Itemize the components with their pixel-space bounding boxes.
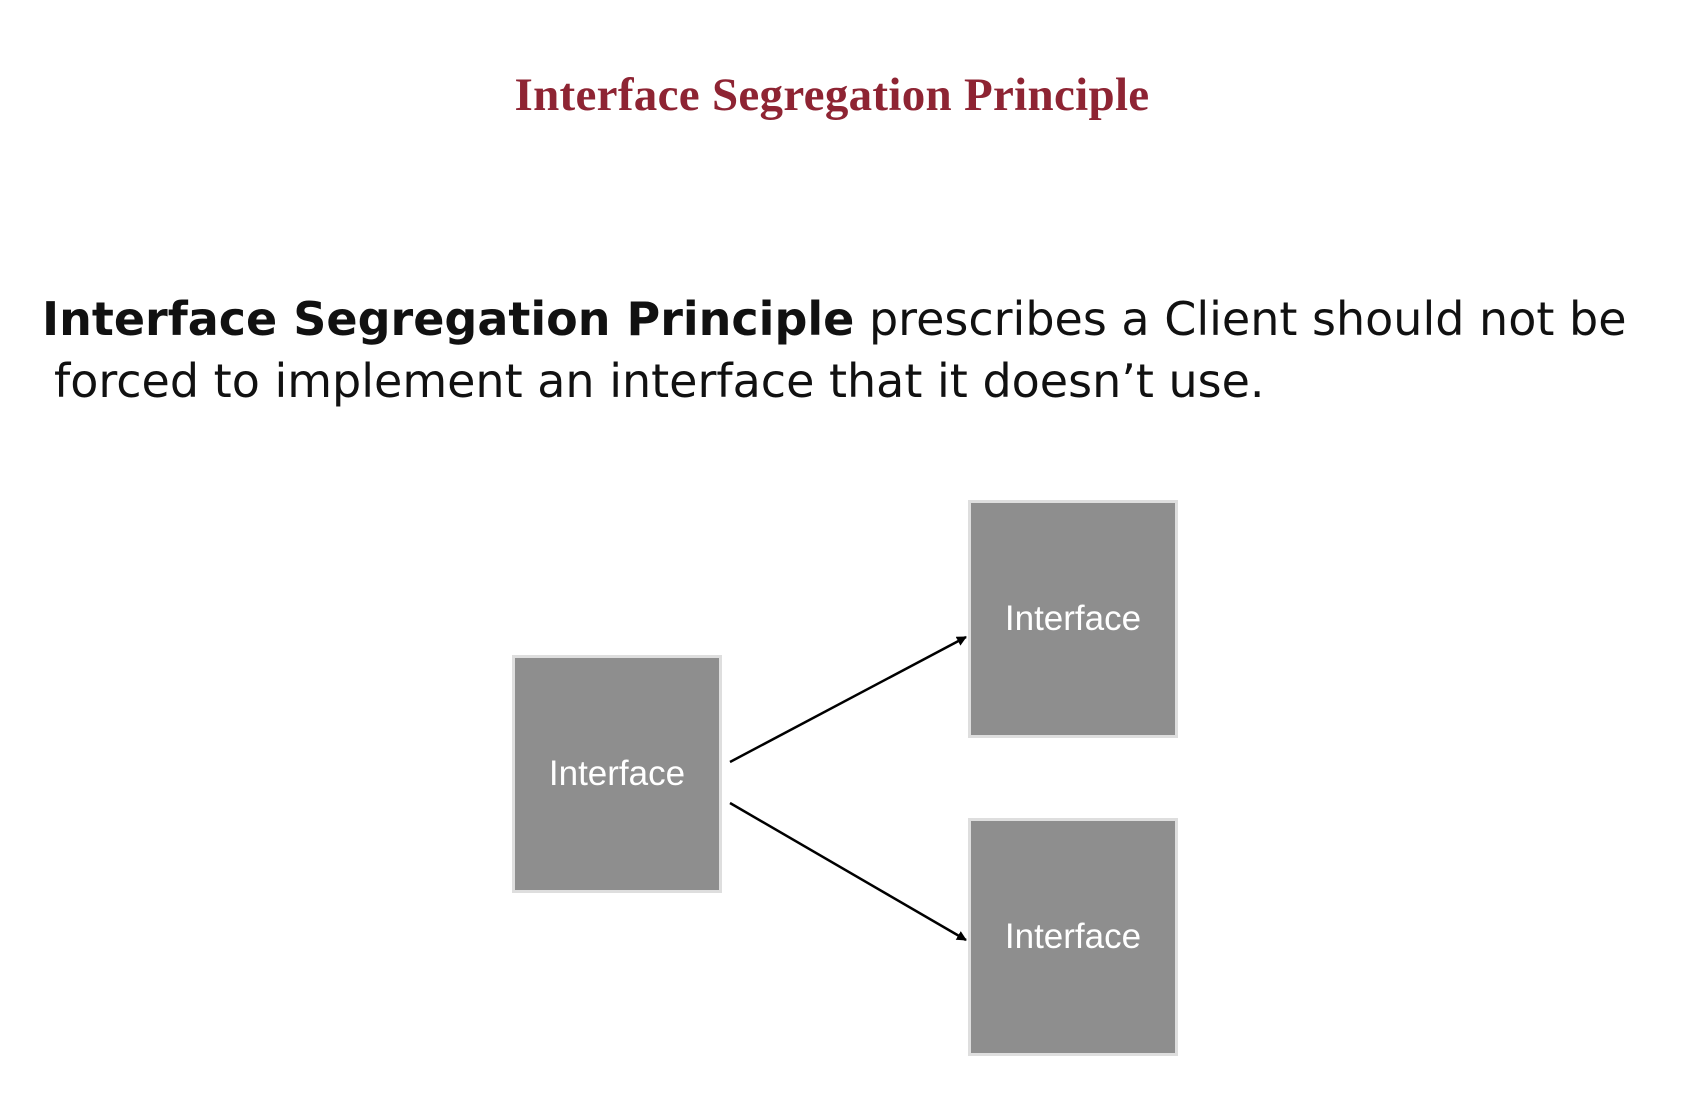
interface-box-top: Interface [968,500,1178,738]
interface-box-bottom-label: Interface [1004,917,1142,956]
interface-box-top-label: Interface [1004,599,1142,638]
interface-box-source-label: Interface [548,754,686,793]
arrow-to-bottom-interface [729,801,967,942]
interface-box-bottom: Interface [968,818,1178,1056]
interface-box-source: Interface [512,655,722,893]
diagram-arrows [729,635,967,942]
arrow-to-top-interface [729,635,967,764]
